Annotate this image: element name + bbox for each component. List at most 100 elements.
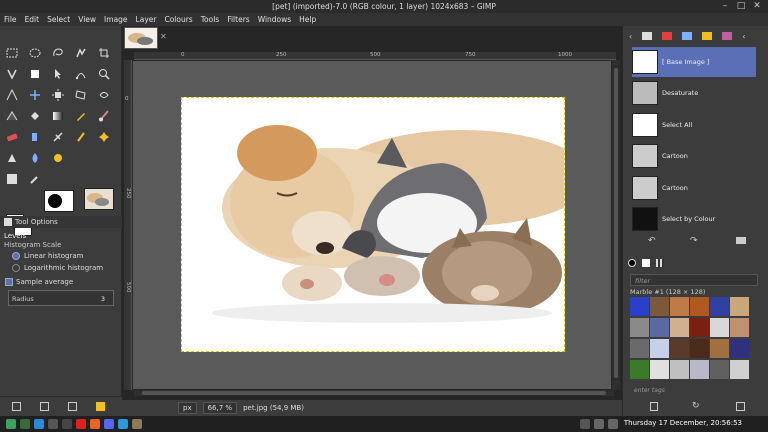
brush-preview[interactable] [44,190,74,212]
history-item[interactable]: Cartoon [632,141,756,171]
layers-tab-icon[interactable] [642,32,653,40]
pattern-swatch[interactable] [670,339,689,358]
minimize-button[interactable]: – [718,0,732,13]
pattern-swatch[interactable] [670,318,689,337]
pattern-swatch[interactable] [650,339,669,358]
menu-windows[interactable]: Windows [254,15,295,24]
gradients-tab-icon[interactable] [656,259,664,267]
pattern-swatch[interactable] [670,360,689,379]
pattern-swatch[interactable] [710,339,729,358]
cage-icon[interactable] [5,109,19,123]
blur-icon[interactable] [28,151,42,165]
paintbrush-icon[interactable] [97,109,111,123]
menu-help[interactable]: Help [295,15,320,24]
history-item[interactable]: [ Base Image ] [632,47,756,77]
pattern-swatch[interactable] [630,360,649,379]
ink-icon[interactable] [51,130,65,144]
history-item[interactable]: Select All [632,110,756,140]
browser-icon[interactable] [34,419,44,429]
pattern-swatch[interactable] [730,297,749,316]
gimp-icon[interactable] [132,419,142,429]
heal-icon[interactable] [97,130,111,144]
pattern-swatch[interactable] [630,318,649,337]
refresh-patterns-icon[interactable]: ↻ [692,401,700,411]
move-icon[interactable] [28,88,42,102]
menu-layer[interactable]: Layer [132,15,161,24]
image-canvas[interactable] [181,97,565,352]
pattern-swatch[interactable] [690,297,709,316]
paths-tab-icon[interactable] [682,32,693,40]
menu-view[interactable]: View [74,15,100,24]
paths-icon[interactable] [74,67,88,81]
pattern-swatch[interactable] [710,297,729,316]
image-thumbnail[interactable] [84,188,114,210]
clear-history-icon[interactable] [736,237,746,244]
reset-options-icon[interactable] [96,402,105,411]
menu-image[interactable]: Image [100,15,132,24]
history-item[interactable]: Cartoon [632,173,756,203]
zoom-icon[interactable] [97,67,111,81]
maximize-button[interactable]: □ [734,0,748,13]
menu-tools[interactable]: Tools [197,15,223,24]
linear-histogram-radio[interactable] [12,252,20,260]
crop-icon[interactable] [97,46,111,60]
warp-icon[interactable] [97,88,111,102]
dodge-burn-icon[interactable] [51,151,65,165]
pattern-swatch[interactable] [650,360,669,379]
airbrush-icon[interactable] [28,130,42,144]
text-tool-icon[interactable] [5,172,19,186]
menu-file[interactable]: File [0,15,21,24]
radius-spinbox[interactable]: Radius 3 [8,290,114,306]
menu-colours[interactable]: Colours [160,15,196,24]
pattern-tags-input[interactable]: enter tags [634,387,665,394]
close-tab-icon[interactable]: ✕ [160,32,167,41]
pattern-swatch[interactable] [670,297,689,316]
pattern-swatch[interactable] [730,360,749,379]
delete-pattern-icon[interactable] [650,402,658,411]
menu-select[interactable]: Select [43,15,74,24]
terminal-icon[interactable] [62,419,72,429]
undo-history-tab-icon[interactable] [702,32,713,40]
tray-network-icon[interactable] [594,419,604,429]
opera-icon[interactable] [76,419,86,429]
brave-icon[interactable] [90,419,100,429]
color-picker-icon[interactable] [28,172,42,186]
pattern-swatch[interactable] [710,318,729,337]
eraser-icon[interactable] [5,130,19,144]
files-icon[interactable] [48,419,58,429]
clock[interactable]: Thursday 17 December, 20:56:53 [624,419,742,427]
history-item[interactable]: Select by Colour [632,204,756,234]
gradient-icon[interactable] [51,109,65,123]
smudge-icon[interactable] [5,151,19,165]
images-tab-icon[interactable] [722,32,733,40]
ellipse-select-icon[interactable] [28,46,42,60]
pattern-swatch[interactable] [690,318,709,337]
pattern-swatch[interactable] [650,318,669,337]
save-options-icon[interactable] [12,402,21,411]
delete-options-icon[interactable] [68,402,77,411]
zoom-select[interactable]: 66,7 % [202,402,238,414]
menu-filters[interactable]: Filters [223,15,253,24]
logarithmic-histogram-radio[interactable] [12,264,20,272]
undo-icon[interactable]: ↶ [648,236,656,246]
patterns-tab-icon[interactable] [642,259,650,267]
dock-menu-icon[interactable]: ‹ [742,32,745,41]
pattern-swatch[interactable] [690,360,709,379]
tray-volume-icon[interactable] [608,419,618,429]
rect-select-icon[interactable] [5,46,19,60]
discord-icon[interactable] [104,419,114,429]
brushes-tab-icon[interactable] [628,259,636,267]
pattern-swatch[interactable] [690,339,709,358]
bucket-fill-icon[interactable] [28,109,42,123]
open-pattern-as-image-icon[interactable] [736,402,745,411]
image-tab[interactable] [124,27,158,49]
tray-shield-icon[interactable] [580,419,590,429]
telegram-icon[interactable] [118,419,128,429]
sample-average-checkbox[interactable] [5,278,13,286]
pattern-swatch[interactable] [630,339,649,358]
show-desktop-icon[interactable] [20,419,30,429]
measure-icon[interactable] [5,88,19,102]
history-item[interactable]: Desaturate [632,78,756,108]
transform-icon[interactable] [74,88,88,102]
pattern-swatch[interactable] [730,339,749,358]
